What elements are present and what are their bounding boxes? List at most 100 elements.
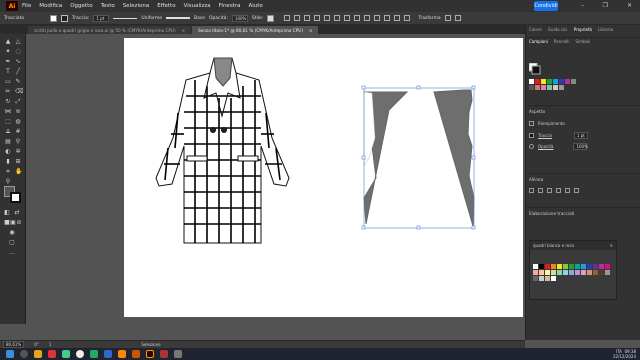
symbol-sprayer-tool-icon[interactable]: ✲ [15,149,21,155]
rotate-tool-icon[interactable]: ↻ [5,99,11,105]
tab-colore[interactable]: Colore [529,27,542,32]
artboard-number[interactable]: 1 [49,342,52,347]
clock-date[interactable]: 22/12/2024 [613,354,636,359]
warp-tool-icon[interactable]: ≋ [15,109,21,115]
transform-label[interactable]: Trasforma [418,16,440,21]
distribute-right-icon[interactable] [394,15,401,21]
menu-modifica[interactable]: Modifica [39,3,62,9]
menu-finestra[interactable]: Finestra [219,3,241,9]
distribute-bottom-icon[interactable] [364,15,371,21]
brush-label[interactable]: Base [194,16,205,21]
distribute-left-icon[interactable] [374,15,381,21]
zoom-field[interactable]: 80,61% [3,341,25,348]
tab-close-icon[interactable]: × [309,28,313,33]
tab-close-icon[interactable]: × [182,28,186,33]
align-hcenter-icon[interactable] [538,188,543,193]
align-bottom-icon[interactable] [334,15,341,21]
stroke-weight-input[interactable]: 1 pt [573,132,588,139]
tab-document-1[interactable]: scritti pullo a quadri grigio e rosa.ai … [28,26,192,34]
menu-testo[interactable]: Testo [101,3,115,9]
share-button[interactable]: Condividi [534,1,558,11]
zoom-tool-icon[interactable]: ⚲ [5,179,11,185]
distribute-center-icon[interactable] [384,15,391,21]
stroke-row[interactable]: Traccia 1 pt [529,132,588,139]
stroke-profile-label[interactable]: Uniforme [141,16,162,21]
menu-visualizza[interactable]: Visualizza [184,3,211,9]
graph-tool-icon[interactable]: ▮ [5,159,11,165]
swap-colors-icon[interactable]: ⇄ [14,210,20,216]
shape-builder-tool-icon[interactable]: ◍ [15,119,21,125]
blend-tool-icon[interactable]: ◐ [5,149,11,155]
close-window-button[interactable]: ✕ [627,2,632,9]
eyedropper-tool-icon[interactable]: ⚲ [15,139,21,145]
align-vcenter-icon[interactable] [565,188,570,193]
taskbar-app-icon[interactable] [48,350,56,358]
fill-swatch[interactable] [50,14,58,22]
minimize-button[interactable]: – [581,2,584,9]
pen-tool-icon[interactable]: ✒ [5,59,11,65]
selection-tool-icon[interactable]: ▲ [5,39,11,45]
hand-tool-icon[interactable]: ✋ [15,169,22,175]
stroke-weight-field[interactable]: 1 pt [93,14,110,22]
magic-wand-tool-icon[interactable]: ✦ [5,49,11,55]
tab-pennelli[interactable]: Pennelli [554,39,570,44]
pencil-tool-icon[interactable]: ✏ [5,89,11,95]
align-middle-icon[interactable] [324,15,331,21]
align-left-icon[interactable] [284,15,291,21]
more-tools-icon[interactable]: … [9,250,15,256]
curvature-tool-icon[interactable]: ∿ [15,59,21,65]
taskbar-app-icon[interactable] [104,350,112,358]
library-swatches-grid[interactable] [530,250,618,300]
slice-tool-icon[interactable]: ⌗ [5,169,11,175]
none-mode-icon[interactable]: ⊘ [16,220,22,226]
stroke-swatch[interactable] [61,14,69,22]
menu-file[interactable]: File [22,3,31,9]
artboard[interactable] [124,38,523,317]
perspective-tool-icon[interactable]: ⟁ [5,129,11,135]
distribute-top-icon[interactable] [344,15,351,21]
align-right-icon[interactable] [547,188,552,193]
brush-preview[interactable] [166,17,191,19]
align-to-icon[interactable] [404,15,411,21]
width-tool-icon[interactable]: ⋈ [5,109,11,115]
draw-mode-icon[interactable]: ◉ [9,230,15,236]
maximize-button[interactable]: ❐ [603,2,608,9]
align-top-icon[interactable] [556,188,561,193]
stroke-swatch-icon[interactable] [529,133,534,138]
search-icon[interactable] [20,350,28,358]
screen-mode-icon[interactable]: ▢ [9,240,15,246]
align-right-icon[interactable] [304,15,311,21]
menu-aiuto[interactable]: Aiuto [248,3,262,9]
align-top-icon[interactable] [314,15,321,21]
rectangle-tool-icon[interactable]: ▭ [5,79,11,85]
close-panel-icon[interactable]: ✕ [610,243,613,248]
swatches-grid[interactable] [529,63,619,103]
tab-libreria[interactable]: Libreria [598,27,613,32]
menu-seleziona[interactable]: Seleziona [123,3,149,9]
align-bottom-icon[interactable] [574,188,579,193]
tab-campioni[interactable]: Campioni [529,39,548,44]
gradient-tool-icon[interactable]: ▤ [5,139,11,145]
align-left-icon[interactable] [529,188,534,193]
file-explorer-icon[interactable] [34,350,42,358]
menu-effetto[interactable]: Effetto [157,3,175,9]
line-tool-icon[interactable]: ╱ [15,69,21,75]
tab-proprieta[interactable]: Proprietà [574,27,592,32]
style-swatch[interactable] [267,14,275,22]
chrome-icon[interactable] [76,350,84,358]
eraser-tool-icon[interactable]: ⌫ [15,89,23,95]
type-tool-icon[interactable]: T [5,69,11,75]
tab-simboli[interactable]: Simboli [576,39,591,44]
taskbar-app-icon[interactable] [118,350,126,358]
opacity-input[interactable]: 100% [573,143,588,150]
direct-selection-tool-icon[interactable]: △ [15,39,21,45]
windows-start-icon[interactable] [6,350,14,358]
artboard-tool-icon[interactable]: ⊞ [15,159,21,165]
free-transform-tool-icon[interactable]: ⬚ [5,119,11,125]
arrange-icon[interactable] [454,15,461,21]
align-center-icon[interactable] [294,15,301,21]
fill-swatch-icon[interactable] [529,121,534,126]
paintbrush-tool-icon[interactable]: ✎ [15,79,21,85]
opacity-row[interactable]: Opacità 100% [529,143,588,150]
stroke-profile-preview[interactable] [113,17,138,19]
